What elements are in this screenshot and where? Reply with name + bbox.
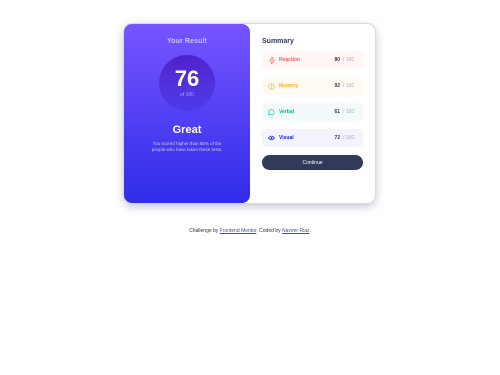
summary-panel: Summary Reaction 80 / 100 Memory 92 / 10…	[250, 24, 375, 203]
summary-max: / 100	[343, 57, 355, 63]
summary-title: Summary	[262, 38, 294, 45]
summary-row-memory: Memory 92 / 100	[262, 77, 363, 95]
summary-score: 92	[334, 83, 340, 89]
brain-icon	[268, 82, 275, 90]
author-link[interactable]: Naveer Riaz	[282, 228, 310, 234]
summary-score: 61	[334, 109, 340, 115]
summary-label: Memory	[279, 83, 299, 89]
score-of: of 100	[180, 92, 194, 98]
summary-score: 80	[334, 57, 340, 63]
lightning-icon	[268, 56, 275, 64]
result-rating: Great	[172, 124, 202, 136]
results-card: Your Result 76 of 100 Great You scored h…	[124, 24, 375, 203]
summary-row-verbal: Verbal 61 / 100	[262, 103, 363, 121]
frontend-mentor-link[interactable]: Frontend Mentor	[220, 228, 257, 234]
footer-prefix: Challenge by	[189, 228, 220, 234]
score-value: 76	[174, 66, 200, 91]
summary-label: Visual	[279, 135, 294, 141]
summary-label: Verbal	[279, 109, 295, 115]
chat-icon	[268, 108, 275, 116]
footer-middle: . Coded by	[256, 228, 282, 234]
summary-row-reaction: Reaction 80 / 100	[262, 51, 363, 69]
summary-max: / 100	[343, 109, 355, 115]
score-circle: 76 of 100	[159, 55, 215, 111]
summary-score: 72	[334, 135, 340, 141]
summary-max: / 100	[343, 83, 355, 89]
summary-row-visual: Visual 72 / 100	[262, 129, 363, 147]
summary-max: / 100	[343, 135, 355, 141]
summary-label: Reaction	[279, 57, 301, 63]
attribution-footer: Challenge by Frontend Mentor. Coded by N…	[0, 228, 500, 234]
result-title: Your Result	[167, 38, 207, 45]
footer-suffix: .	[309, 228, 311, 234]
result-description: You scored higher than 65% of the people…	[151, 141, 223, 152]
eye-icon	[268, 135, 275, 142]
continue-button[interactable]: Continue	[262, 155, 363, 170]
result-panel: Your Result 76 of 100 Great You scored h…	[124, 24, 250, 203]
